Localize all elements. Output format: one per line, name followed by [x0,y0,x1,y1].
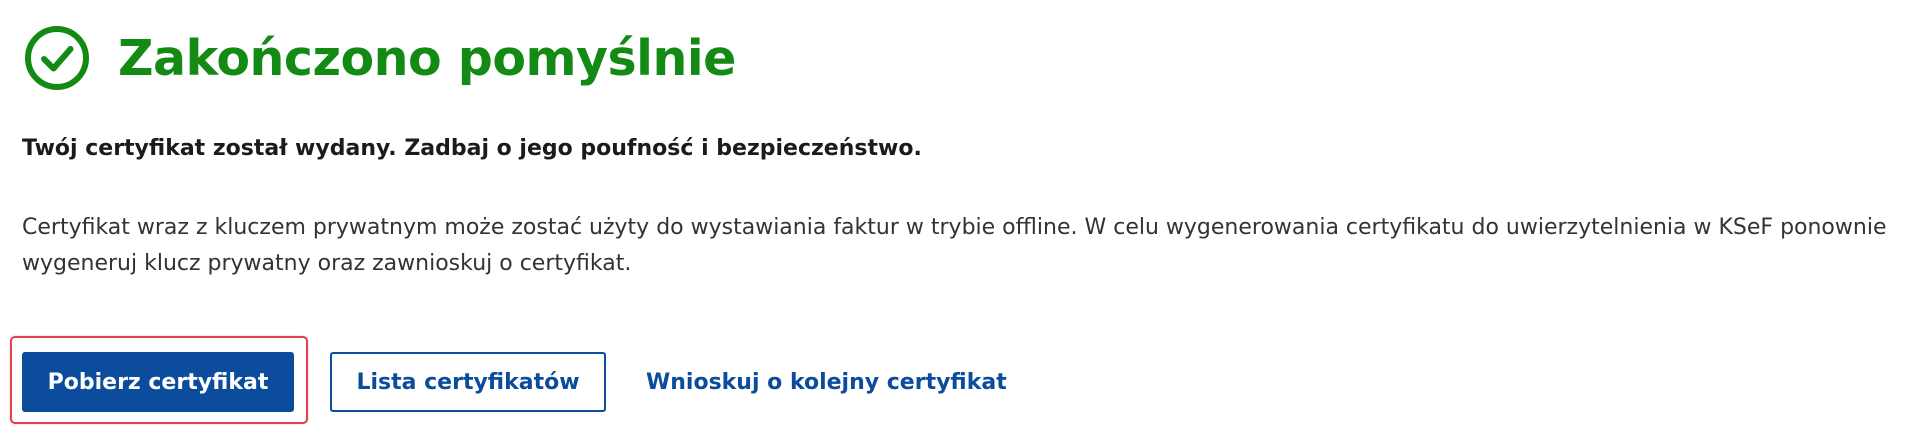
check-circle-icon [24,25,90,91]
certificate-usage-description: Certyfikat wraz z kluczem prywatnym może… [22,215,1887,276]
page-title: Zakończono pomyślnie [118,29,736,87]
certificate-issued-message: Twój certyfikat został wydany. Zadbaj o … [22,136,922,161]
certificate-list-button[interactable]: Lista certyfikatów [330,352,606,412]
page-header: Zakończono pomyślnie [24,24,736,92]
request-another-certificate-link[interactable]: Wnioskuj o kolejny certyfikat [646,370,1007,395]
download-certificate-button[interactable]: Pobierz certyfikat [22,352,294,412]
success-page: Zakończono pomyślnie Twój certyfikat zos… [0,0,1919,441]
action-bar: Pobierz certyfikat Lista certyfikatów Wn… [10,336,1007,424]
